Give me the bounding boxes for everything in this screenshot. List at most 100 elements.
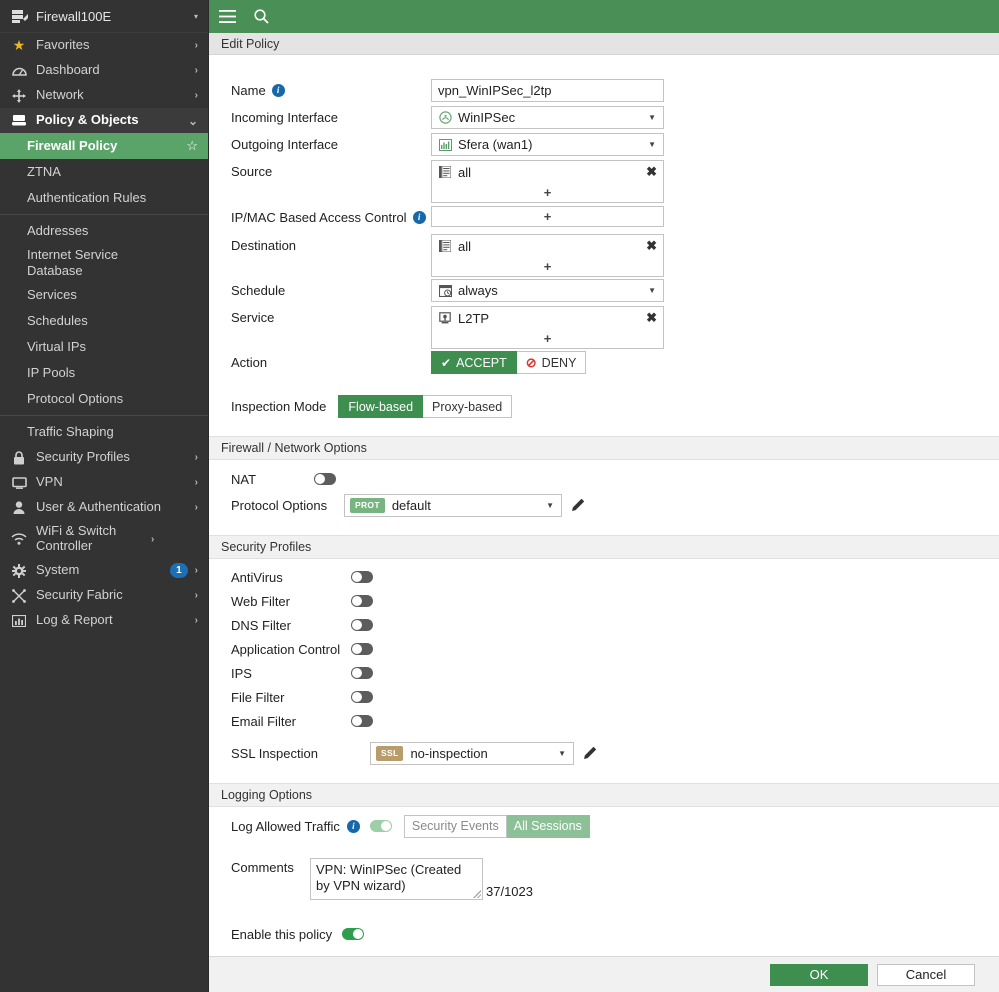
log-security-events-button[interactable]: Security Events xyxy=(403,814,507,838)
network-icon xyxy=(10,88,28,103)
row-action: Action ✔ ACCEPT ⊘ DENY xyxy=(209,351,999,376)
device-icon xyxy=(12,9,28,23)
inspection-mode-flow-button[interactable]: Flow-based xyxy=(338,395,424,418)
policy-icon xyxy=(10,114,28,127)
nat-toggle[interactable] xyxy=(314,473,336,485)
action-accept-button[interactable]: ✔ ACCEPT xyxy=(431,351,517,374)
section-title: Logging Options xyxy=(221,788,313,802)
name-input[interactable]: vpn_WinIPSec_l2tp xyxy=(431,79,664,102)
sidebar-item-label: VPN xyxy=(36,474,63,490)
sidebar-item-authentication-rules[interactable]: Authentication Rules xyxy=(0,185,208,211)
outgoing-interface-select[interactable]: Sfera (wan1) ▼ xyxy=(431,133,664,156)
incoming-interface-select[interactable]: WinIPSec ▼ xyxy=(431,106,664,129)
ok-button[interactable]: OK xyxy=(770,963,868,986)
name-value: vpn_WinIPSec_l2tp xyxy=(438,83,552,98)
web-filter-label: Web Filter xyxy=(231,593,290,609)
file-filter-toggle[interactable] xyxy=(351,691,373,703)
row-application-control: Application Control xyxy=(209,637,999,661)
favorite-star-icon[interactable]: ☆ xyxy=(186,138,198,154)
close-icon[interactable]: ✖ xyxy=(646,238,657,254)
sidebar-item-ztna[interactable]: ZTNA xyxy=(0,159,208,185)
sidebar-item-user-authentication[interactable]: User & Authentication › xyxy=(0,495,208,520)
row-dns-filter: DNS Filter xyxy=(209,613,999,637)
sidebar-item-firewall-policy[interactable]: Firewall Policy ☆ xyxy=(0,133,208,159)
device-selector[interactable]: Firewall100E ▾ xyxy=(0,0,208,33)
sidebar-item-services[interactable]: Services xyxy=(0,282,208,308)
protocol-options-select[interactable]: PROT default ▼ xyxy=(344,493,562,517)
sidebar-item-log-report[interactable]: Log & Report › xyxy=(0,608,208,633)
row-protocol-options: Protocol Options PROT default ▼ xyxy=(209,493,999,517)
sidebar-item-network[interactable]: Network › xyxy=(0,83,208,108)
sidebar-item-dashboard[interactable]: Dashboard › xyxy=(0,58,208,83)
source-box: all ✖ + xyxy=(431,160,664,203)
sidebar-item-traffic-shaping[interactable]: Traffic Shaping xyxy=(0,419,208,445)
sidebar-item-protocol-options[interactable]: Protocol Options xyxy=(0,386,208,412)
pencil-icon[interactable] xyxy=(583,746,597,760)
email-filter-toggle[interactable] xyxy=(351,715,373,727)
row-antivirus: AntiVirus xyxy=(209,565,999,589)
resize-grip[interactable] xyxy=(473,890,481,898)
chevron-down-icon[interactable]: ▾ xyxy=(194,12,198,21)
sidebar-item-security-profiles[interactable]: Security Profiles › xyxy=(0,445,208,470)
source-add-button[interactable]: + xyxy=(432,183,663,202)
info-icon[interactable]: i xyxy=(271,84,285,97)
inspection-mode-proxy-button[interactable]: Proxy-based xyxy=(423,395,513,418)
destination-label: Destination xyxy=(231,238,297,253)
source-entry-label: all xyxy=(458,164,472,180)
status-badge: 1 xyxy=(170,563,188,578)
chevron-right-icon: › xyxy=(194,477,198,488)
source-entry[interactable]: all ✖ xyxy=(432,161,663,183)
destination-add-button[interactable]: + xyxy=(432,257,663,276)
application-control-toggle[interactable] xyxy=(351,643,373,655)
sidebar-subitem-label: IP Pools xyxy=(27,365,76,381)
close-icon[interactable]: ✖ xyxy=(646,164,657,180)
ipmac-add-button[interactable]: + xyxy=(432,207,663,226)
sidebar-item-security-fabric[interactable]: Security Fabric › xyxy=(0,583,208,608)
sidebar-item-internet-service-database[interactable]: Internet Service Database xyxy=(0,244,208,282)
sidebar-subitem-label: Addresses xyxy=(27,223,89,239)
web-filter-toggle[interactable] xyxy=(351,595,373,607)
cancel-button[interactable]: Cancel xyxy=(877,963,975,986)
incoming-interface-control: WinIPSec ▼ xyxy=(431,106,999,129)
comments-textarea[interactable]: VPN: WinIPSec (Created by VPN wizard) xyxy=(310,858,483,900)
chevron-down-icon: ▼ xyxy=(648,113,656,122)
inspection-mode-flow-label: Flow-based xyxy=(348,399,414,414)
nat-label: NAT xyxy=(231,471,257,487)
sidebar-item-ip-pools[interactable]: IP Pools xyxy=(0,360,208,386)
log-all-sessions-button[interactable]: All Sessions xyxy=(506,814,590,838)
sidebar-item-virtual-ips[interactable]: Virtual IPs xyxy=(0,334,208,360)
sidebar-item-label: WiFi & Switch Controller xyxy=(36,523,117,553)
row-file-filter: File Filter xyxy=(209,685,999,709)
search-icon[interactable] xyxy=(254,9,269,24)
info-icon[interactable]: i xyxy=(346,819,360,833)
chevron-right-icon: › xyxy=(194,502,198,513)
sidebar-item-policy-objects[interactable]: Policy & Objects ⌄ xyxy=(0,108,208,133)
check-icon: ✔ xyxy=(441,355,452,370)
name-label: Name xyxy=(231,83,266,98)
log-allowed-traffic-toggle[interactable] xyxy=(369,820,392,832)
ssl-inspection-select[interactable]: SSL no-inspection ▼ xyxy=(370,741,574,765)
enable-policy-toggle[interactable] xyxy=(342,928,365,940)
action-deny-button[interactable]: ⊘ DENY xyxy=(516,351,587,374)
service-add-button[interactable]: + xyxy=(432,329,663,348)
sidebar-item-favorites[interactable]: ★ Favorites › xyxy=(0,33,208,58)
sidebar-divider xyxy=(0,415,208,416)
sidebar-item-addresses[interactable]: Addresses xyxy=(0,218,208,244)
destination-entry[interactable]: all ✖ xyxy=(432,235,663,257)
hamburger-icon[interactable] xyxy=(219,10,236,23)
ips-toggle[interactable] xyxy=(351,667,373,679)
dns-filter-toggle[interactable] xyxy=(351,619,373,631)
sidebar-item-schedules[interactable]: Schedules xyxy=(0,308,208,334)
info-icon[interactable]: i xyxy=(412,211,426,224)
close-icon[interactable]: ✖ xyxy=(646,310,657,326)
sidebar-item-vpn[interactable]: VPN › xyxy=(0,470,208,495)
action-deny-label: DENY xyxy=(541,355,577,370)
service-entry[interactable]: L2TP ✖ xyxy=(432,307,663,329)
section-title: Firewall / Network Options xyxy=(221,441,367,455)
schedule-select[interactable]: always ▼ xyxy=(431,279,664,302)
antivirus-toggle[interactable] xyxy=(351,571,373,583)
sidebar-item-system[interactable]: System 1 › xyxy=(0,558,208,583)
sidebar-item-label: Security Profiles xyxy=(36,449,130,465)
pencil-icon[interactable] xyxy=(571,498,585,512)
sidebar-item-wifi-switch-controller[interactable]: WiFi & Switch Controller › xyxy=(0,520,208,558)
